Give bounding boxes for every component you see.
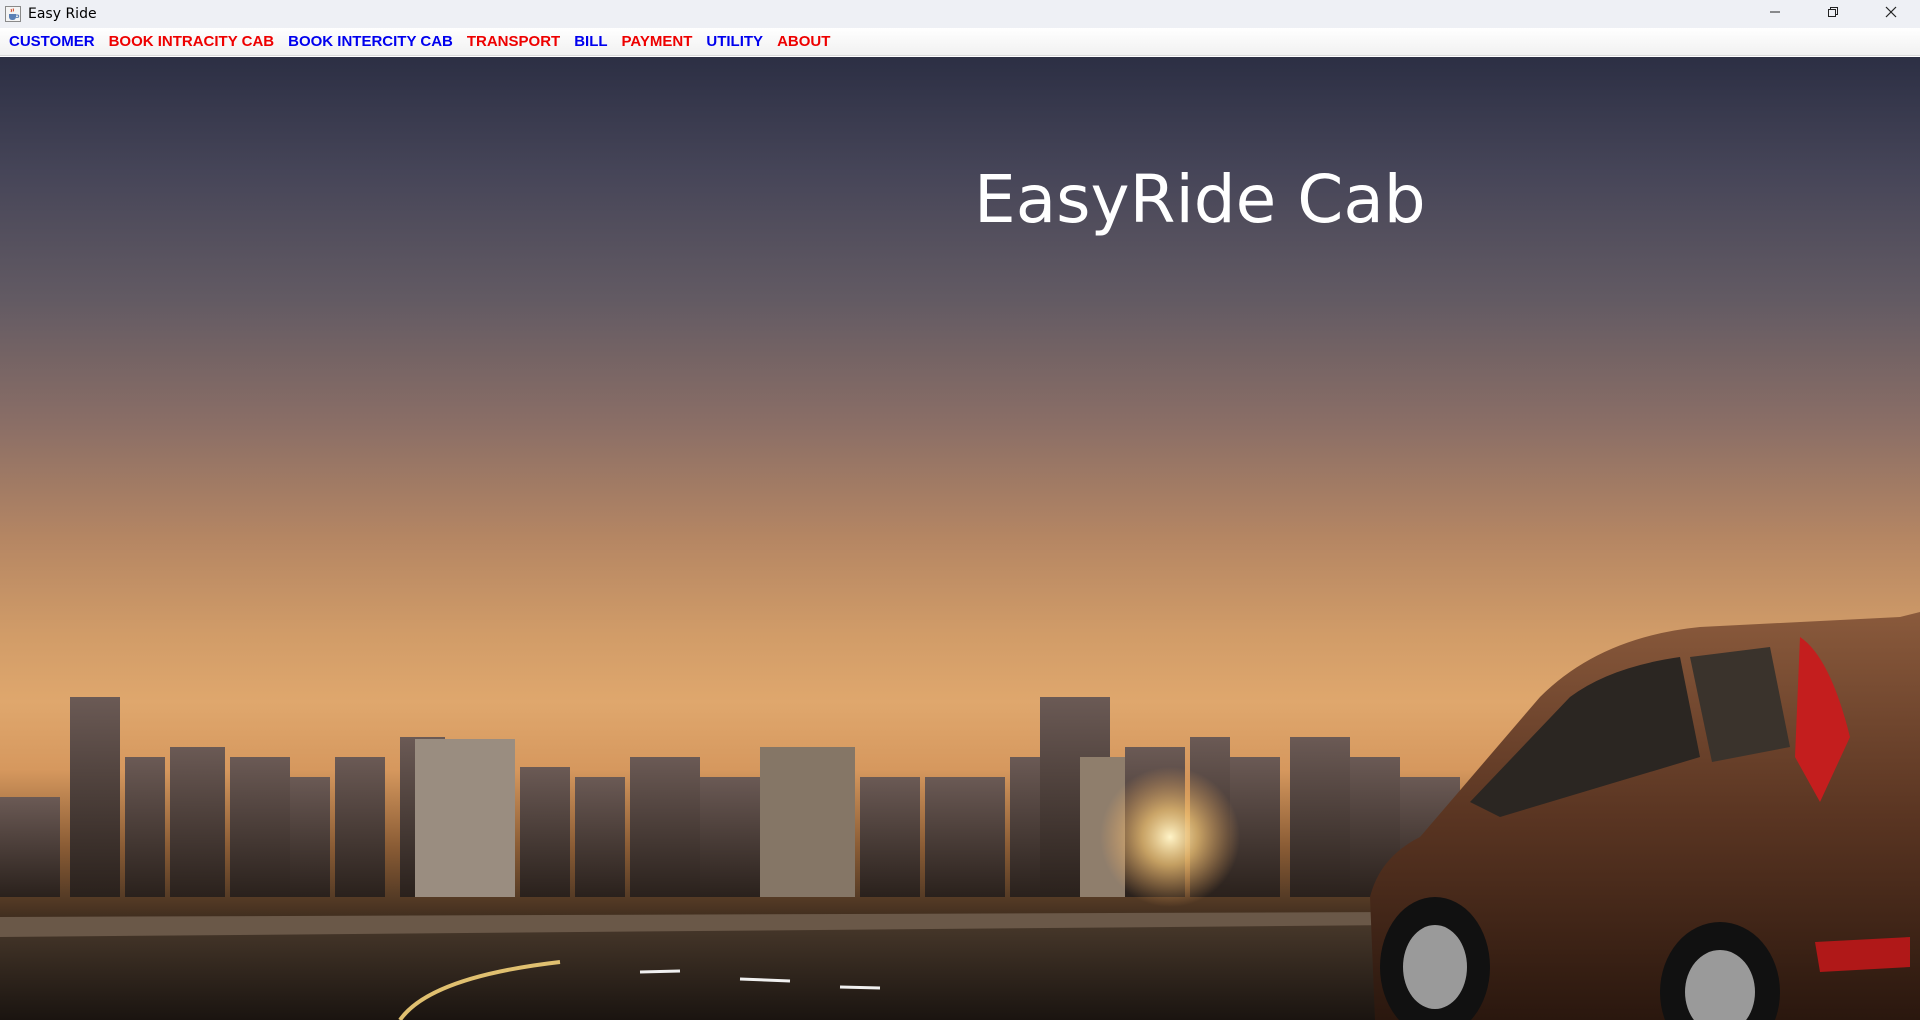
app-window: Easy Ride CUSTOMER BOOK INTRACITY CAB BO… [0, 0, 1920, 1020]
skyline [0, 697, 1460, 897]
close-button[interactable] [1862, 0, 1920, 28]
title-bar: Easy Ride [0, 0, 1920, 28]
menu-item-book-intercity-cab[interactable]: BOOK INTERCITY CAB [281, 28, 460, 56]
car-image [1370, 612, 1920, 1020]
close-icon [1885, 5, 1897, 23]
window-title: Easy Ride [28, 6, 97, 22]
minimize-icon [1769, 5, 1781, 23]
menu-item-book-intracity-cab[interactable]: BOOK INTRACITY CAB [102, 28, 282, 56]
page-title: EasyRide Cab [974, 161, 1426, 238]
window-controls [1746, 0, 1920, 28]
menu-item-bill[interactable]: BILL [567, 28, 614, 56]
menu-item-payment[interactable]: PAYMENT [615, 28, 700, 56]
menu-item-utility[interactable]: UTILITY [699, 28, 770, 56]
minimize-button[interactable] [1746, 0, 1804, 28]
java-cup-icon [4, 5, 22, 23]
restore-button[interactable] [1804, 0, 1862, 28]
city-skyline-sunset-with-car-image [0, 612, 1920, 1020]
menu-item-about[interactable]: ABOUT [770, 28, 837, 56]
menu-bar: CUSTOMER BOOK INTRACITY CAB BOOK INTERCITY… [0, 28, 1920, 56]
menu-item-customer[interactable]: CUSTOMER [2, 28, 102, 56]
restore-icon [1827, 5, 1839, 23]
menu-item-transport[interactable]: TRANSPORT [460, 28, 567, 56]
main-content: EasyRide Cab [0, 57, 1920, 1020]
